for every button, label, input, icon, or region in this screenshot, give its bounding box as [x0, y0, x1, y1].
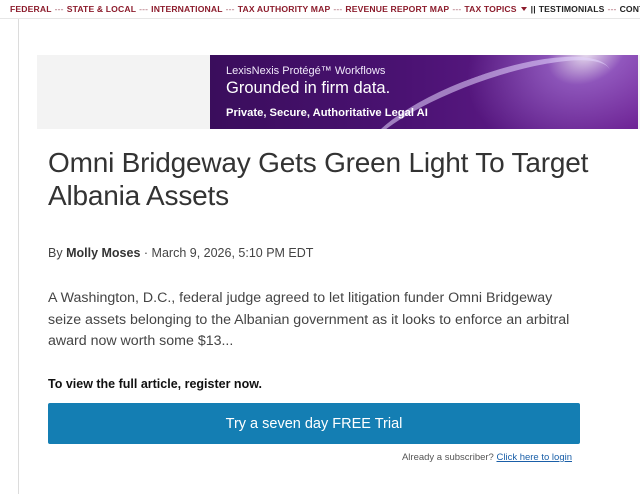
subscriber-login-row: Already a subscriber? Click here to logi… — [402, 452, 572, 463]
nav-tax-topics[interactable]: TAX TOPICS — [464, 4, 516, 14]
ad-subline: Private, Secure, Authoritative Legal AI — [226, 107, 428, 119]
register-prompt: To view the full article, register now. — [48, 377, 262, 391]
free-trial-button[interactable]: Try a seven day FREE Trial — [48, 403, 580, 444]
publish-date: March 9, 2026, 5:10 PM EDT — [151, 246, 314, 260]
nav-separator: --- — [333, 4, 343, 14]
left-border-rule — [18, 19, 19, 494]
nav-revenue-report-map[interactable]: REVENUE REPORT MAP — [345, 4, 449, 14]
nav-separator: --- — [225, 4, 235, 14]
nav-international[interactable]: INTERNATIONAL — [151, 4, 223, 14]
subscriber-text: Already a subscriber? — [401, 452, 494, 463]
author-name[interactable]: Molly Moses — [66, 246, 140, 260]
article-byline: By Molly Moses · March 9, 2026, 5:10 PM … — [48, 246, 313, 260]
ad-kicker: LexisNexis Protégé™ Workflows — [226, 65, 386, 77]
top-navigation: FEDERAL --- STATE & LOCAL --- INTERNATIO… — [0, 0, 640, 19]
nav-contact[interactable]: CONTA — [620, 4, 640, 14]
nav-separator: --- — [452, 4, 462, 14]
ad-headline: Grounded in firm data. — [226, 79, 391, 97]
nav-separator: --- — [139, 4, 149, 14]
nav-state-local[interactable]: STATE & LOCAL — [67, 4, 136, 14]
byline-prefix: By — [48, 246, 63, 260]
article-summary: A Washington, D.C., federal judge agreed… — [48, 290, 570, 349]
chevron-down-icon[interactable] — [520, 6, 527, 11]
byline-separator: · — [143, 246, 149, 260]
nav-federal[interactable]: FEDERAL — [10, 4, 52, 14]
nav-separator: --- — [54, 4, 64, 14]
article-title: Omni Bridgeway Gets Green Light To Targe… — [48, 147, 589, 211]
nav-testimonials[interactable]: TESTIMONIALS — [536, 4, 605, 14]
nav-tax-authority-map[interactable]: TAX AUTHORITY MAP — [238, 4, 331, 14]
nav-separator: --- — [607, 4, 617, 14]
lexisnexis-ad-banner[interactable]: LexisNexis Protégé™ Workflows Grounded i… — [210, 55, 638, 129]
login-link[interactable]: Click here to login — [496, 452, 572, 463]
